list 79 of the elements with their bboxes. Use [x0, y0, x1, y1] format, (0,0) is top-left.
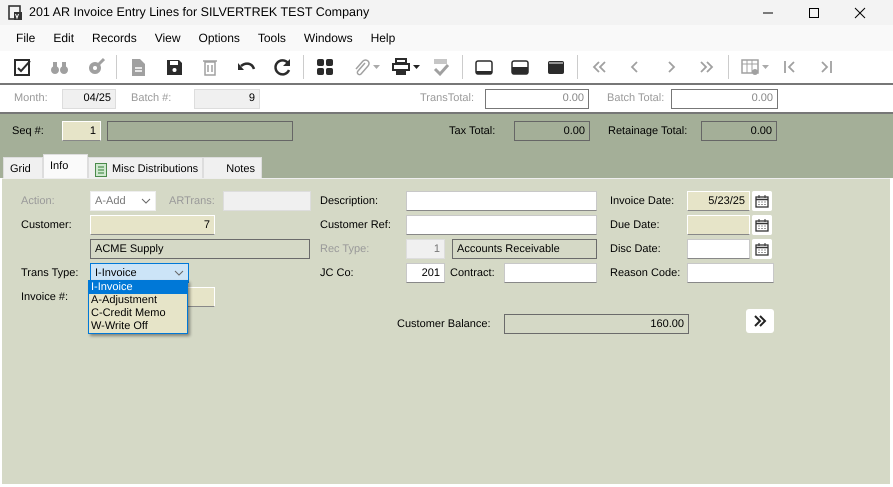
field-label: TransTotal:	[420, 91, 476, 106]
field-label: JC Co:	[320, 266, 355, 281]
menu-item[interactable]: Tools	[248, 27, 295, 49]
menu-item[interactable]: Edit	[44, 27, 84, 49]
input-field[interactable]: 7	[90, 215, 215, 235]
field-label: Trans Type:	[21, 266, 80, 281]
field-label: ARTrans:	[169, 194, 216, 209]
field-label: Month:	[14, 91, 49, 106]
field-label: Description:	[320, 194, 380, 209]
dropdown-option[interactable]: A-Adjustment	[89, 294, 187, 307]
input-field[interactable]: 1	[62, 121, 101, 141]
dropdown-option[interactable]: I-Invoice	[89, 281, 187, 294]
input-field: 0.00	[514, 121, 590, 141]
field-label: Customer:	[21, 218, 73, 233]
menu-item[interactable]: View	[146, 27, 190, 49]
close-icon	[854, 6, 866, 18]
dropdown-list[interactable]: I-Invoice A-Adjustment C-Credit Memo W-Write Off	[88, 280, 188, 334]
menu-item[interactable]: Help	[362, 27, 404, 49]
chevron-down-icon	[174, 270, 184, 276]
field-label: Seq #:	[12, 124, 45, 139]
dropdown-option[interactable]: W-Write Off	[89, 320, 187, 333]
calculator-icon	[315, 57, 335, 77]
field-label: Batch Total:	[607, 91, 666, 106]
tab[interactable]: Notes	[203, 157, 262, 178]
field-label: Customer Ref:	[320, 218, 392, 233]
input-field[interactable]	[406, 215, 597, 235]
field-label: Invoice Date:	[610, 194, 676, 209]
calendar-icon	[755, 194, 769, 208]
field-label: Retainage Total:	[608, 124, 688, 139]
input-field[interactable]: 0.00	[671, 88, 778, 108]
printer-icon	[391, 57, 411, 77]
tab[interactable]: Grid	[3, 157, 43, 178]
input-field[interactable]	[406, 191, 597, 211]
menu-item[interactable]: Options	[190, 27, 249, 49]
tab[interactable]: Info	[43, 154, 88, 178]
balance-field: 160.00	[504, 314, 689, 334]
menu-item[interactable]: Records	[83, 27, 146, 49]
edit-icon	[13, 57, 33, 77]
field-label: Invoice #:	[21, 290, 70, 305]
dropdown[interactable]: A-Add	[90, 191, 156, 211]
grid-gear-icon	[740, 57, 760, 77]
calendar-button[interactable]	[752, 191, 772, 211]
input-field[interactable]: 201	[406, 263, 445, 283]
save-icon	[164, 57, 184, 77]
refresh-icon	[272, 57, 292, 77]
calendar-icon	[755, 242, 769, 256]
field-label: Rec Type:	[320, 242, 370, 257]
field-label: Due Date:	[610, 218, 661, 233]
calendar-button[interactable]	[752, 215, 772, 235]
calendar-icon	[755, 218, 769, 232]
input-field[interactable]	[504, 263, 597, 283]
menu-item[interactable]: Windows	[294, 27, 362, 49]
window-title: 201 AR Invoice Entry Lines for SILVERTREK TEST Company	[29, 4, 370, 22]
double-chevron-icon	[753, 315, 767, 327]
calendar-button[interactable]	[752, 239, 772, 259]
rec-type-name-field: Accounts Receivable	[452, 239, 597, 259]
dropdown-option[interactable]: C-Credit Memo	[89, 307, 187, 320]
input-field[interactable]	[687, 263, 774, 283]
input-field[interactable]: 04/25	[62, 88, 116, 108]
field-label: Customer Balance:	[397, 316, 492, 332]
expand-button[interactable]	[746, 309, 774, 333]
customer-name-field: ACME Supply	[90, 239, 310, 259]
chevron-down-icon	[141, 198, 151, 204]
tab[interactable]: Misc Distributions	[88, 157, 203, 178]
field-label: Disc Date:	[610, 242, 662, 257]
field-label: Contract:	[450, 266, 496, 281]
spellcheck-icon	[431, 57, 451, 77]
menu-item[interactable]: File	[7, 27, 44, 49]
field-label: Tax Total:	[449, 124, 496, 139]
input-field[interactable]: 5/23/25	[687, 191, 750, 211]
input-field[interactable]	[687, 239, 750, 259]
field-label: Batch #:	[131, 91, 172, 106]
input-field[interactable]: 0.00	[485, 88, 589, 108]
app-icon	[8, 4, 23, 20]
input-field: 0.00	[701, 121, 777, 141]
maximize-icon	[808, 6, 820, 18]
field-label: Reason Code:	[610, 266, 682, 281]
field-label: Action:	[21, 194, 56, 209]
input-field[interactable]: 9	[194, 88, 260, 108]
